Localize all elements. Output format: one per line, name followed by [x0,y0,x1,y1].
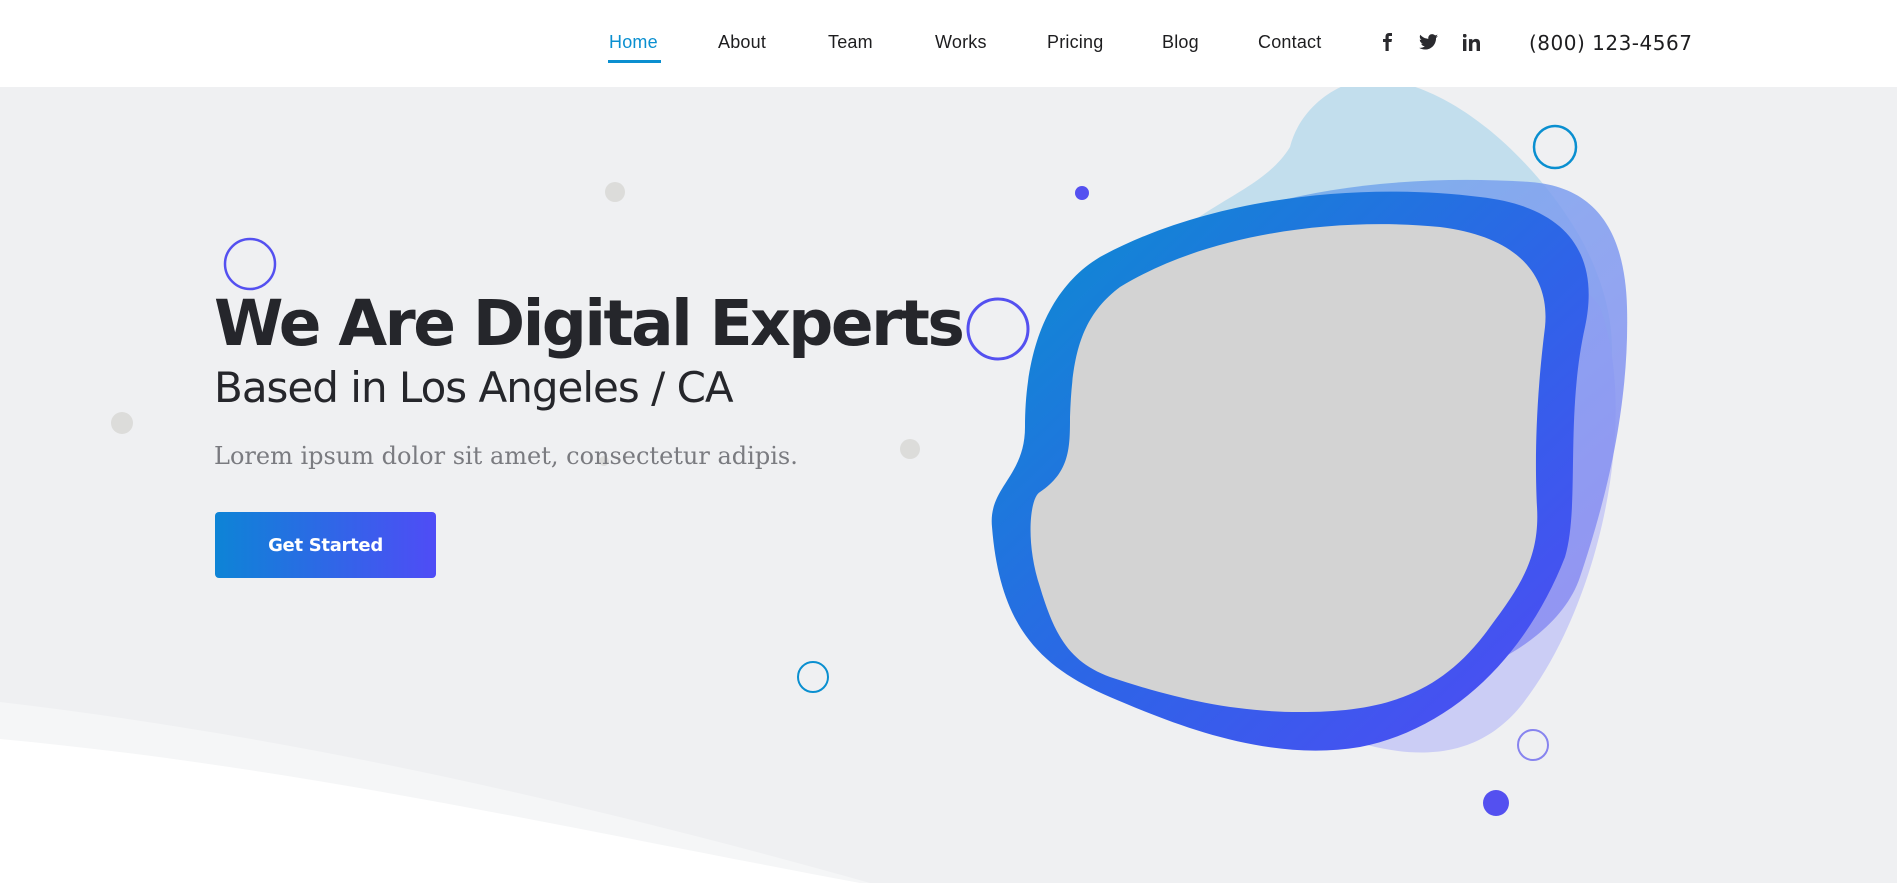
nav-team[interactable]: Team [828,32,873,53]
hero-section: We Are Digital Experts Based in Los Ange… [0,87,1897,883]
ring-circle-bottom [797,661,829,693]
ring-circle-mid [966,297,1030,361]
dot-gray-top [605,182,625,202]
nav-pricing[interactable]: Pricing [1047,32,1103,53]
nav-blog[interactable]: Blog [1162,32,1199,53]
dot-blue-top [1075,186,1089,200]
phone-number[interactable]: (800) 123-4567 [1529,31,1692,55]
facebook-icon[interactable] [1375,30,1399,54]
twitter-icon[interactable] [1416,30,1440,54]
hero-title: We Are Digital Experts [214,287,965,360]
main-nav: Home About Team Works Pricing Blog Conta… [0,0,1897,87]
nav-home[interactable]: Home [609,32,658,53]
ring-circle-bottom-right [1517,729,1549,761]
site-header: Home About Team Works Pricing Blog Conta… [0,0,1897,87]
bottom-wave [0,739,860,883]
active-nav-underline [608,60,661,63]
hero-description: Lorem ipsum dolor sit amet, consectetur … [214,442,798,470]
dot-gray-left [111,412,133,434]
hero-subtitle: Based in Los Angeles / CA [214,363,734,412]
hero-decoration [0,87,1628,883]
nav-about[interactable]: About [718,32,766,53]
dot-gray-mid [900,439,920,459]
linkedin-icon[interactable] [1459,30,1483,54]
get-started-button[interactable]: Get Started [215,512,436,578]
nav-works[interactable]: Works [935,32,987,53]
ring-circle-top-right [1532,124,1578,170]
dot-blue-bottom [1483,790,1509,816]
ring-circle-left [223,237,277,291]
nav-contact[interactable]: Contact [1258,32,1321,53]
